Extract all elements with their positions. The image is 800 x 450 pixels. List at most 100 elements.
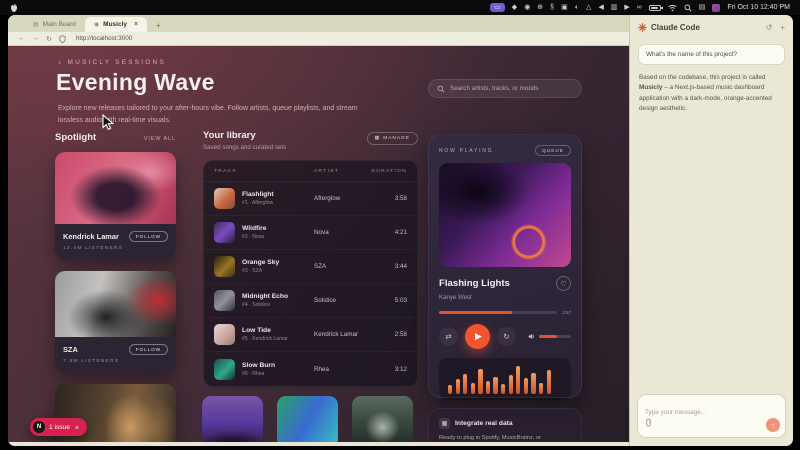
table-row[interactable]: Low Tide#5 · Kendrick Lamar Kendrick Lam…	[204, 318, 417, 352]
message-input-box[interactable]: ↑	[637, 394, 786, 438]
eq-bar	[531, 373, 535, 394]
table-row[interactable]: Wildfire#2 · Nova Nova 4:21	[204, 216, 417, 250]
shuffle-icon: ⇄	[445, 332, 451, 341]
queue-button[interactable]: QUEUE	[535, 145, 571, 156]
display-icon[interactable]: ▣	[561, 4, 568, 11]
page-title: Evening Wave	[56, 69, 215, 96]
track-artist: Kanye West	[439, 294, 571, 301]
document-icon: ▤	[33, 21, 39, 28]
claude-panel-title: Claude Code	[651, 23, 758, 32]
integrate-heading: Integrate real data	[455, 420, 513, 427]
tab-label: Main Board	[43, 21, 76, 28]
history-icon[interactable]: ↺	[766, 23, 773, 32]
tab-main-board[interactable]: ▤ Main Board	[24, 17, 85, 32]
playlist-thumb[interactable]	[352, 396, 413, 442]
tool-icon[interactable]: ◆	[512, 4, 517, 11]
table-row[interactable]: Orange Sky#3 · SZA SZA 3:44	[204, 250, 417, 284]
shuffle-button[interactable]: ⇄	[439, 327, 458, 346]
favicon-icon: ◉	[94, 21, 99, 28]
volume-slider[interactable]	[539, 335, 571, 338]
app-eyebrow: ♪ MUSICLY SESSIONS	[58, 59, 166, 66]
nextjs-issue-badge[interactable]: N 1 issue ×	[30, 418, 87, 436]
tab-bar: ▤ Main Board ◉ Musicly × +	[8, 15, 629, 32]
spotlight-card-sza[interactable]: SZA FOLLOW 7.8M LISTENERS	[55, 271, 176, 372]
note-icon: ♪	[58, 59, 63, 66]
close-tab-icon[interactable]: ×	[134, 21, 138, 28]
eq-bar	[471, 383, 475, 394]
attachment-icon[interactable]	[645, 414, 652, 432]
send-button[interactable]: ↑	[766, 418, 780, 432]
artist-name: SZA	[63, 345, 78, 354]
claude-code-panel: Claude Code ↺ + What's the name of this …	[629, 15, 793, 446]
apple-icon[interactable]	[10, 3, 18, 13]
now-playing-panel: NOW PLAYING QUEUE Flashing Lights ♡ Kany…	[428, 134, 582, 398]
playlist-thumb[interactable]	[202, 396, 263, 442]
glasses-icon[interactable]: ∞	[637, 4, 642, 11]
contrast-icon[interactable]: ◐	[575, 4, 579, 11]
reload-icon[interactable]: ↻	[46, 35, 52, 43]
view-all-link[interactable]: VIEW ALL	[144, 136, 176, 142]
artist-photo	[55, 152, 176, 224]
manage-button[interactable]: ▦ MANAGE	[367, 132, 418, 145]
stage-manager-icon[interactable]: ▥	[611, 4, 618, 11]
spotlight-search-icon[interactable]	[684, 4, 692, 12]
assistant-response: Based on the codebase, this project is c…	[639, 73, 784, 114]
playlist-thumbnails	[202, 396, 413, 442]
follow-button[interactable]: FOLLOW	[129, 231, 168, 242]
now-playing-art	[439, 163, 571, 267]
progress-bar[interactable]	[439, 311, 557, 314]
app-icon[interactable]	[712, 4, 720, 12]
keyboard-icon[interactable]: ▤	[699, 4, 706, 11]
table-header-row: TRACK ARTIST DURATION	[204, 161, 417, 182]
table-row[interactable]: Midnight Echo#4 · Solstice Solstice 5:03	[204, 284, 417, 318]
table-row[interactable]: Slow Burn#6 · Rhea Rhea 3:12	[204, 352, 417, 386]
eq-bar	[516, 366, 520, 394]
shield-icon[interactable]	[59, 35, 66, 43]
play-button[interactable]: ▶	[465, 324, 490, 349]
search-input[interactable]	[450, 85, 573, 92]
record-icon[interactable]: ◉	[524, 4, 530, 11]
message-input[interactable]	[645, 409, 758, 416]
wifi-icon[interactable]	[668, 4, 677, 12]
eq-bar	[478, 369, 482, 394]
table-row[interactable]: Flashlight#1 · Afterglow Afterglow 3:58	[204, 182, 417, 216]
new-tab-button[interactable]: +	[156, 21, 161, 32]
eq-bar	[547, 370, 551, 394]
album-art	[214, 324, 235, 345]
nextjs-logo: N	[33, 421, 45, 433]
library-table: TRACK ARTIST DURATION Flashlight#1 · Aft…	[203, 160, 418, 387]
sound-icon[interactable]: ◀	[598, 4, 603, 11]
menubar-clock[interactable]: Fri Oct 10 12:40 PM	[727, 4, 790, 11]
screen-mirroring-icon[interactable]: ▭	[490, 3, 505, 12]
up-arrow-icon: ↑	[771, 421, 775, 430]
globe-icon[interactable]: ⊕	[537, 4, 543, 11]
menubar-status-icons: ▭ ◆ ◉ ⊕ § ▣ ◐ △ ◀ ▥ ▶ ∞	[490, 3, 642, 12]
triangle-icon[interactable]: △	[586, 4, 591, 11]
column-artist: ARTIST	[314, 169, 367, 174]
column-duration: DURATION	[367, 169, 407, 174]
tab-musicly[interactable]: ◉ Musicly ×	[85, 17, 147, 32]
play-status-icon[interactable]: ▶	[624, 4, 629, 11]
like-button[interactable]: ♡	[556, 276, 571, 291]
repeat-button[interactable]: ↻	[497, 327, 516, 346]
forward-icon[interactable]: →	[32, 35, 39, 42]
eq-bar	[463, 374, 467, 394]
issue-count: 1 issue	[49, 424, 70, 431]
album-art	[214, 359, 235, 380]
back-icon[interactable]: ←	[18, 35, 25, 42]
album-art	[214, 290, 235, 311]
follow-button[interactable]: FOLLOW	[129, 344, 168, 355]
spotlight-card-kendrick[interactable]: Kendrick Lamar FOLLOW 12.4M LISTENERS	[55, 152, 176, 259]
address-bar[interactable]: http://localhost:3000	[76, 35, 132, 42]
close-icon[interactable]: ×	[75, 423, 79, 432]
eq-bar	[524, 378, 528, 394]
track-time: 3:57	[562, 310, 571, 315]
volume-icon[interactable]	[528, 333, 535, 340]
battery-icon[interactable]	[649, 5, 661, 11]
playlist-thumb[interactable]	[277, 396, 338, 442]
new-chat-icon[interactable]: +	[780, 23, 785, 32]
settings-icon[interactable]: §	[550, 4, 554, 11]
library-section: Your library Saved songs and curated set…	[203, 130, 418, 387]
album-art	[214, 188, 235, 209]
search-bar[interactable]	[428, 79, 582, 98]
